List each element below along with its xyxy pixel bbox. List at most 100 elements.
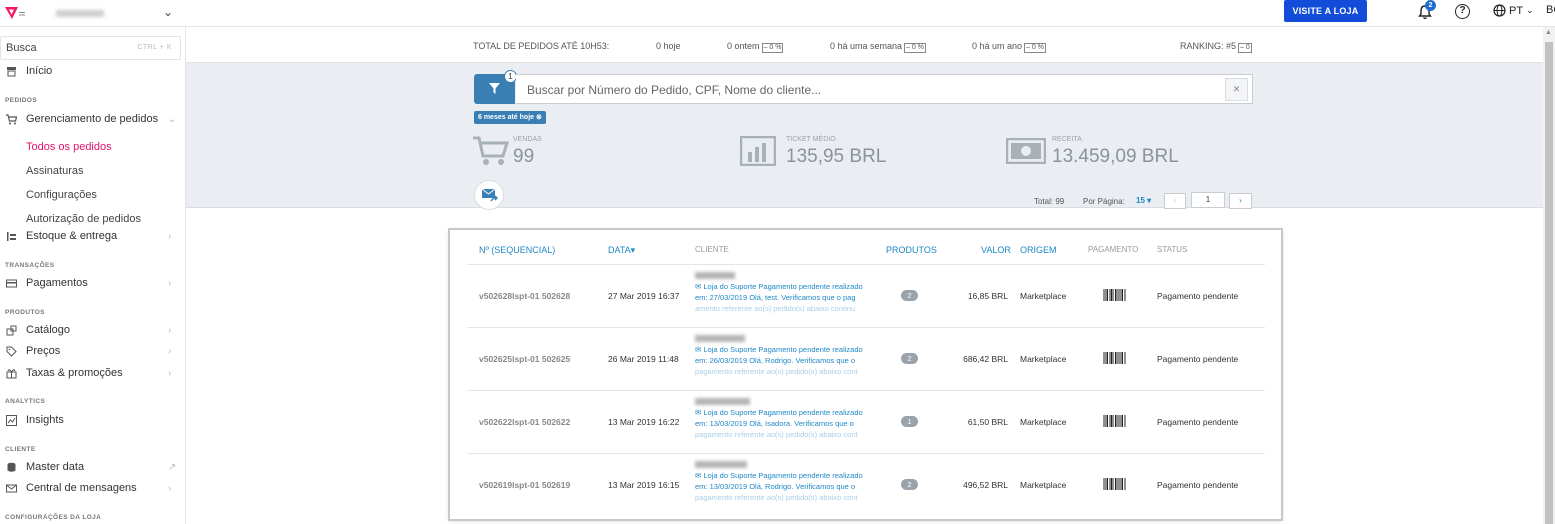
year-count: 0 há um ano – 0 %: [972, 41, 1046, 53]
sidebar-item-label: Taxas & promoções: [26, 367, 123, 379]
orders-table: Nº (SEQUENCIAL) DATA▾ CLIENTE PRODUTOS V…: [450, 230, 1281, 519]
client-message-link[interactable]: ✉ Loja do Suporte Pagamento pendente rea…: [695, 344, 875, 377]
table-row[interactable]: v502628lspt-01 502628 27 Mar 2019 16:37 …: [467, 264, 1265, 327]
notifications-badge: 2: [1425, 0, 1436, 11]
funnel-icon: [489, 83, 500, 94]
order-status: Pagamento pendente: [1157, 480, 1239, 490]
ranking: RANKING: #5– 0: [1180, 41, 1252, 53]
language-chevron-icon: ⌄: [1526, 5, 1534, 15]
sidebar-item-label: Gerenciamento de pedidos: [26, 113, 159, 125]
sidebar-subitem-subscriptions[interactable]: Assinaturas: [26, 165, 83, 177]
prev-page-button[interactable]: ‹: [1164, 193, 1186, 209]
barcode-icon: [1103, 352, 1126, 364]
insights-chart-icon: [6, 414, 17, 426]
top-bar: ⌄ VISITE A LOJA 2 ? PT ⌄ BC: [0, 0, 1555, 27]
page-scrollbar[interactable]: ▲: [1543, 27, 1555, 524]
sidebar-item-label: Insights: [26, 414, 64, 426]
section-products: PRODUTOS: [5, 309, 45, 316]
yesterday-count: 0 ontem – 0 %: [727, 41, 784, 53]
column-header-date[interactable]: DATA▾: [608, 245, 635, 256]
user-menu[interactable]: BC: [1546, 4, 1555, 16]
order-value: 61,50 BRL: [967, 417, 1008, 427]
language-selector[interactable]: PT ⌄: [1493, 4, 1534, 17]
price-tag-icon: [6, 346, 17, 357]
barcode-icon: [1103, 478, 1126, 490]
remove-chip-icon[interactable]: ⊗: [536, 114, 542, 121]
date-range-chip[interactable]: 6 meses até hoje ⊗: [474, 111, 546, 124]
sidebar-subitem-all-orders[interactable]: Todos os pedidos: [26, 141, 112, 153]
column-header-value[interactable]: VALOR: [981, 245, 1011, 255]
vtex-logo-icon[interactable]: [4, 5, 26, 21]
order-search-input[interactable]: Buscar por Número do Pedido, CPF, Nome d…: [516, 74, 1253, 104]
stock-icon: [7, 231, 16, 241]
mail-forward-icon: [482, 189, 498, 202]
order-id-link[interactable]: v502628lspt-01 502628: [479, 291, 570, 301]
table-row[interactable]: v502619lspt-01 502619 13 Mar 2019 16:15 …: [467, 453, 1265, 516]
store-name-blurred[interactable]: [56, 10, 104, 17]
sidebar-search-label: Busca: [6, 42, 37, 54]
next-page-button[interactable]: ›: [1229, 193, 1252, 209]
per-page-label: Por Página:: [1083, 197, 1125, 206]
client-name-blurred: [695, 461, 747, 468]
sidebar-subitem-authorization[interactable]: Autorização de pedidos: [26, 213, 141, 225]
client-message-link[interactable]: ✉ Loja do Suporte Pagamento pendente rea…: [695, 407, 875, 440]
help-icon[interactable]: ?: [1455, 4, 1470, 19]
column-header-origin[interactable]: ORIGEM: [1020, 245, 1057, 255]
today-count: 0 hoje: [656, 41, 681, 51]
order-id-link[interactable]: v502619lspt-01 502619: [479, 480, 570, 490]
client-message-link[interactable]: ✉ Loja do Suporte Pagamento pendente rea…: [695, 281, 875, 314]
chevron-right-icon: ›: [168, 367, 172, 379]
order-status: Pagamento pendente: [1157, 291, 1239, 301]
envelope-icon: [6, 484, 17, 492]
order-origin: Marketplace: [1020, 354, 1067, 364]
language-label: PT: [1509, 4, 1524, 17]
banknote-icon: [1006, 138, 1046, 164]
chevron-right-icon: ›: [168, 345, 172, 357]
sidebar-search[interactable]: Busca CTRL + K: [0, 36, 181, 60]
table-row[interactable]: v502625lspt-01 502625 26 Mar 2019 11:48 …: [467, 327, 1265, 390]
scrollbar-thumb[interactable]: [1545, 42, 1553, 524]
search-shortcut: CTRL + K: [137, 44, 172, 51]
page-number-input[interactable]: 1: [1191, 192, 1225, 208]
section-store-settings: CONFIGURAÇÕES DA LOJA: [5, 514, 102, 521]
section-transactions: TRANSAÇÕES: [5, 262, 55, 269]
sidebar-subitem-settings[interactable]: Configurações: [26, 189, 97, 201]
per-page-select[interactable]: 15 ▾: [1136, 196, 1151, 205]
order-status: Pagamento pendente: [1157, 417, 1239, 427]
order-date: 26 Mar 2019 11:48: [608, 354, 679, 364]
week-count: 0 há uma semana – 0 %: [830, 41, 926, 53]
sidebar-item-label: Central de mensagens: [26, 482, 137, 494]
database-icon: [7, 462, 16, 472]
chevron-right-icon: ›: [168, 230, 172, 242]
mail-icon: ✉: [695, 282, 702, 291]
column-header-products[interactable]: PRODUTOS: [886, 245, 937, 255]
email-action-button[interactable]: [474, 180, 504, 210]
sort-desc-icon: ▾: [630, 245, 636, 255]
order-value: 496,52 BRL: [963, 480, 1008, 490]
sidebar: Busca CTRL + K Início PEDIDOS Gerenciame…: [0, 27, 186, 524]
mail-icon: ✉: [695, 471, 702, 480]
client-name-blurred: [695, 398, 750, 405]
clear-search-button[interactable]: ✕: [1225, 78, 1248, 101]
column-header-client: CLIENTE: [695, 245, 729, 254]
chevron-right-icon: ›: [168, 277, 172, 289]
chevron-right-icon: ›: [168, 324, 172, 336]
sidebar-item-label: Catálogo: [26, 324, 71, 336]
scroll-up-arrow-icon[interactable]: ▲: [1545, 29, 1552, 36]
chevron-right-icon: ›: [168, 482, 172, 494]
order-id-link[interactable]: v502622lspt-01 502622: [479, 417, 570, 427]
store-chevron-down-icon[interactable]: ⌄: [163, 5, 173, 19]
section-client: CLIENTE: [5, 446, 36, 453]
barcode-icon: [1103, 289, 1126, 301]
column-header-sequential[interactable]: Nº (SEQUENCIAL): [479, 245, 555, 255]
order-origin: Marketplace: [1020, 480, 1067, 490]
table-row[interactable]: v502622lspt-01 502622 13 Mar 2019 16:22 …: [467, 390, 1265, 453]
section-analytics: ANALYTICS: [5, 398, 46, 405]
client-message-link[interactable]: ✉ Loja do Suporte Pagamento pendente rea…: [695, 470, 875, 503]
order-value: 16,85 BRL: [967, 291, 1008, 301]
visit-store-button[interactable]: VISITE A LOJA: [1284, 0, 1367, 22]
total-count: Total: 99: [1034, 197, 1065, 206]
sidebar-item-label: Estoque & entrega: [26, 230, 118, 242]
gift-icon: [6, 368, 17, 378]
order-id-link[interactable]: v502625lspt-01 502625: [479, 354, 570, 364]
